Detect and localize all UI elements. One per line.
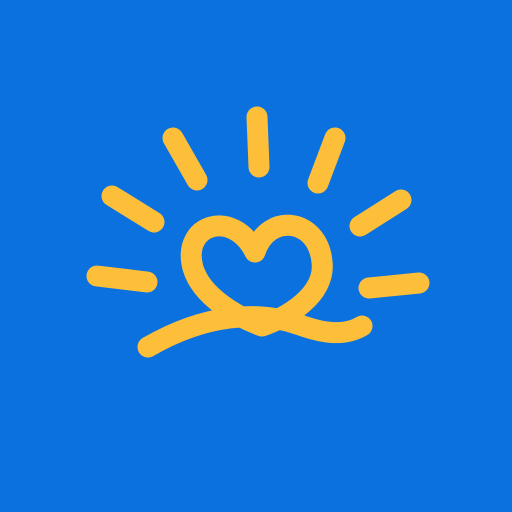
ray-low-right-icon <box>358 272 430 299</box>
ray-upper-left-icon <box>162 127 208 191</box>
app-icon <box>0 0 512 512</box>
ray-mid-left-icon <box>101 185 165 233</box>
ray-upper-right-icon <box>307 127 346 194</box>
sun-heart-logo-icon <box>86 106 430 358</box>
sun-rays-icon <box>86 106 430 299</box>
ray-mid-right-icon <box>349 189 412 237</box>
ray-low-left-icon <box>86 265 158 293</box>
ray-top-icon <box>246 106 270 178</box>
